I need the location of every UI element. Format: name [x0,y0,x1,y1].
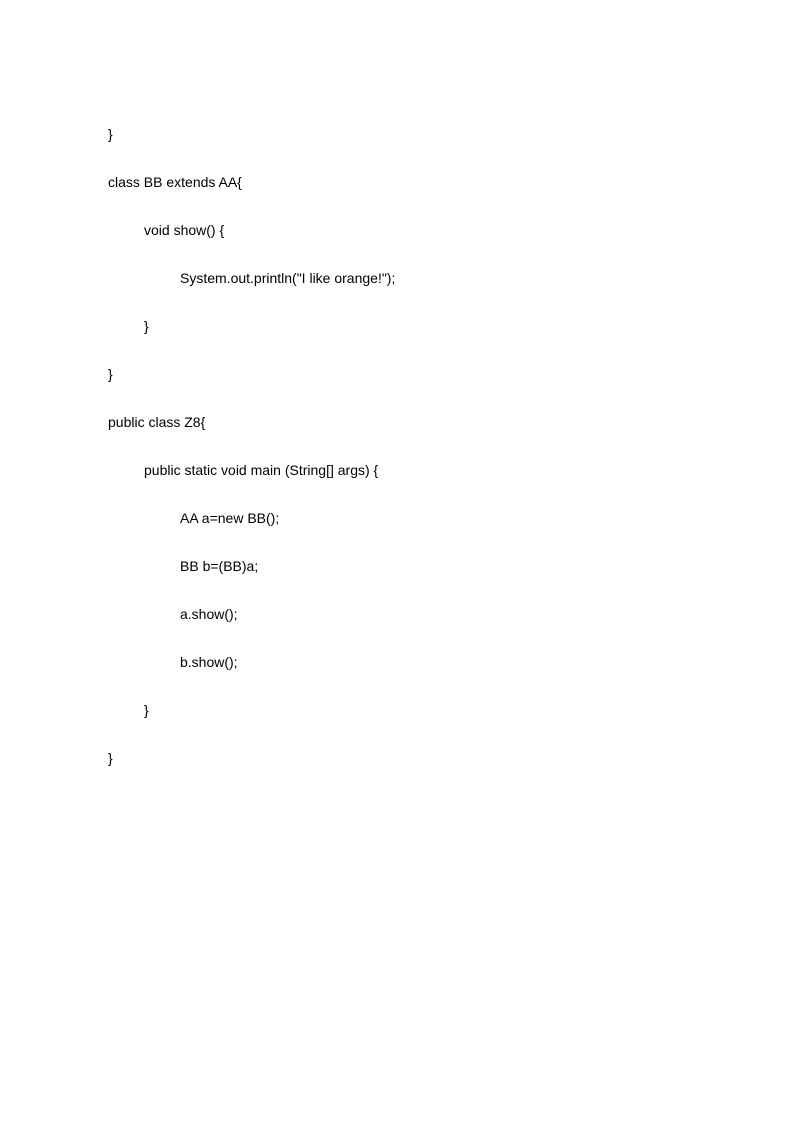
code-line: void show() { [108,218,794,242]
code-line: } [108,746,794,770]
code-line: a.show(); [108,602,794,626]
code-line: BB b=(BB)a; [108,554,794,578]
code-line: } [108,698,794,722]
code-line: public class Z8{ [108,410,794,434]
code-line: } [108,362,794,386]
code-line: AA a=new BB(); [108,506,794,530]
code-line: class BB extends AA{ [108,170,794,194]
code-line: public static void main (String[] args) … [108,458,794,482]
code-line: System.out.println("I like orange!"); [108,266,794,290]
code-line: } [108,122,794,146]
code-line: } [108,314,794,338]
code-line: b.show(); [108,650,794,674]
code-block: } class BB extends AA{ void show() { Sys… [108,98,794,794]
